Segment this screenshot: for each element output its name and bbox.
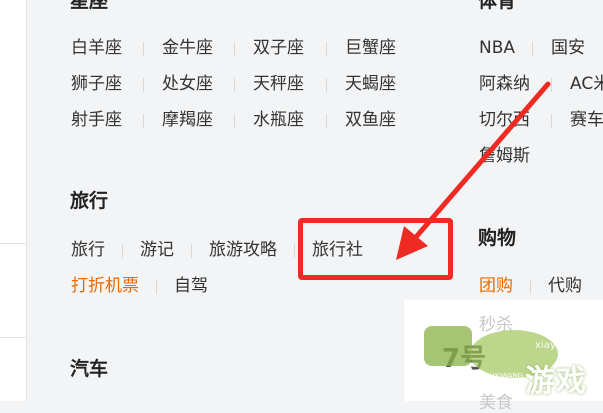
link-guoan[interactable]: 国安 [551,40,585,57]
divider [234,78,235,92]
section-title-xingzuo: 星座 [70,0,109,12]
link-shuangyu[interactable]: 双鱼座 [345,112,396,129]
section-title-gouwu: 购物 [478,227,517,249]
link-lvyougonglue[interactable]: 旅游攻略 [209,242,277,259]
divider [143,42,144,56]
link-qierxi[interactable]: 切尔西 [479,112,530,129]
link-saiche[interactable]: 赛车 [570,112,603,129]
divider [326,42,327,56]
lvxing-row-2: 打折机票 自驾 [71,278,208,295]
link-juxie[interactable]: 巨蟹座 [345,40,396,57]
gouwu-row-1: 团购 代购 [479,278,582,295]
link-shuiping[interactable]: 水瓶座 [253,112,304,129]
divider [143,114,144,128]
link-zijia[interactable]: 自驾 [174,278,208,295]
section-title-lvxing: 旅行 [70,190,109,212]
divider [326,78,327,92]
sidebar-divider [0,243,26,244]
divider [294,243,295,258]
divider [191,243,192,258]
link-acmilan[interactable]: AC米 [570,76,603,93]
link-jinniu[interactable]: 金牛座 [162,40,213,57]
divider [532,42,533,56]
link-chunv[interactable]: 处女座 [162,76,213,93]
highlight-box [298,218,453,280]
sidebar-divider [0,337,26,338]
divider [551,114,552,128]
link-sheshou[interactable]: 射手座 [71,112,122,129]
link-lvxing[interactable]: 旅行 [71,242,105,259]
link-zhanmusi[interactable]: 詹姆斯 [479,148,530,165]
link-dazhejipiao[interactable]: 打折机票 [71,278,139,295]
watermark-text: 游戏 [525,364,587,399]
section-title-tiyu: 体育 [478,0,517,12]
left-sidebar-strip [0,0,27,401]
link-youji[interactable]: 游记 [140,242,174,259]
watermark-tagline: ZHAOYOUXIWANG [460,372,523,380]
link-tuangou[interactable]: 团购 [479,278,513,295]
divider [143,78,144,92]
watermark-url: xiayx.com [535,340,587,351]
link-mojie[interactable]: 摩羯座 [162,112,213,129]
link-baiyang[interactable]: 白羊座 [71,40,122,57]
link-tianxie[interactable]: 天蝎座 [345,76,396,93]
link-nba[interactable]: NBA [479,40,515,57]
divider [551,78,552,92]
link-asenna[interactable]: 阿森纳 [479,76,530,93]
link-shuangzi[interactable]: 双子座 [253,40,304,57]
link-daigou[interactable]: 代购 [548,278,582,295]
link-tiancheng[interactable]: 天秤座 [253,76,304,93]
divider [326,114,327,128]
divider [122,243,123,258]
link-shizi[interactable]: 狮子座 [71,76,122,93]
section-title-qiche: 汽车 [70,358,109,380]
divider [234,114,235,128]
divider [530,279,531,294]
divider [156,279,157,294]
divider [234,42,235,56]
